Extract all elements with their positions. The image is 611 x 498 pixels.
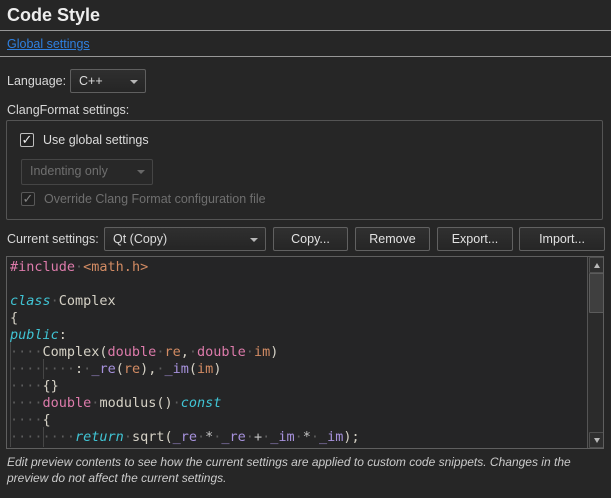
code-line: ········return·sqrt(_re·*·_re·+·_im·*·_i… xyxy=(7,429,603,446)
override-clang-format-label: Override Clang Format configuration file xyxy=(44,192,266,206)
dropdown-arrow-icon xyxy=(137,170,145,174)
code-line: ····Complex(double·re,·double·im) xyxy=(7,344,603,361)
dropdown-arrow-icon xyxy=(250,238,258,242)
clangformat-groupbox: ✓ Use global settings Indenting only ✓ O… xyxy=(6,120,603,220)
title-separator xyxy=(0,30,611,31)
code-line: ········:·_re(re),·_im(im) xyxy=(7,361,603,378)
override-clang-format-checkbox: ✓ Override Clang Format configuration fi… xyxy=(21,192,266,206)
dropdown-arrow-icon xyxy=(130,80,138,84)
language-combobox-value: C++ xyxy=(79,74,103,88)
code-line: #include·<math.h> xyxy=(7,259,603,276)
use-global-settings-checkbox[interactable]: ✓ Use global settings xyxy=(20,133,149,147)
formatting-mode-value: Indenting only xyxy=(30,164,108,178)
page-title: Code Style xyxy=(7,5,100,26)
code-lines-container: #include·<math.h>class·Complex{public:··… xyxy=(7,259,603,446)
use-global-settings-label: Use global settings xyxy=(43,133,149,147)
code-line: { xyxy=(7,310,603,327)
export-button[interactable]: Export... xyxy=(437,227,513,251)
copy-button[interactable]: Copy... xyxy=(273,227,348,251)
link-separator xyxy=(0,56,611,57)
code-line xyxy=(7,276,603,293)
code-line: class·Complex xyxy=(7,293,603,310)
scrollbar-thumb[interactable] xyxy=(589,273,604,313)
current-settings-value: Qt (Copy) xyxy=(113,232,167,246)
scroll-up-icon xyxy=(594,263,600,268)
code-line: ····{} xyxy=(7,378,603,395)
code-line: ····double·modulus()·const xyxy=(7,395,603,412)
checkbox-checked-icon: ✓ xyxy=(21,192,35,206)
language-label: Language: xyxy=(7,74,66,88)
checkbox-checked-icon[interactable]: ✓ xyxy=(20,133,34,147)
global-settings-link[interactable]: Global settings xyxy=(7,37,90,51)
scroll-down-icon xyxy=(594,438,600,443)
scroll-down-button[interactable] xyxy=(589,432,604,448)
import-button[interactable]: Import... xyxy=(519,227,605,251)
preview-help-note: Edit preview contents to see how the cur… xyxy=(7,454,607,486)
scroll-up-button[interactable] xyxy=(589,257,604,273)
remove-button[interactable]: Remove xyxy=(355,227,430,251)
code-line: ····{ xyxy=(7,412,603,429)
vertical-scrollbar[interactable] xyxy=(587,257,603,448)
current-settings-label: Current settings: xyxy=(7,232,99,246)
formatting-mode-combobox: Indenting only xyxy=(21,159,153,185)
code-preview-editor[interactable]: #include·<math.h>class·Complex{public:··… xyxy=(6,256,604,449)
code-line: public: xyxy=(7,327,603,344)
current-settings-combobox[interactable]: Qt (Copy) xyxy=(104,227,266,251)
language-combobox[interactable]: C++ xyxy=(70,69,146,93)
clangformat-settings-label: ClangFormat settings: xyxy=(7,103,129,117)
